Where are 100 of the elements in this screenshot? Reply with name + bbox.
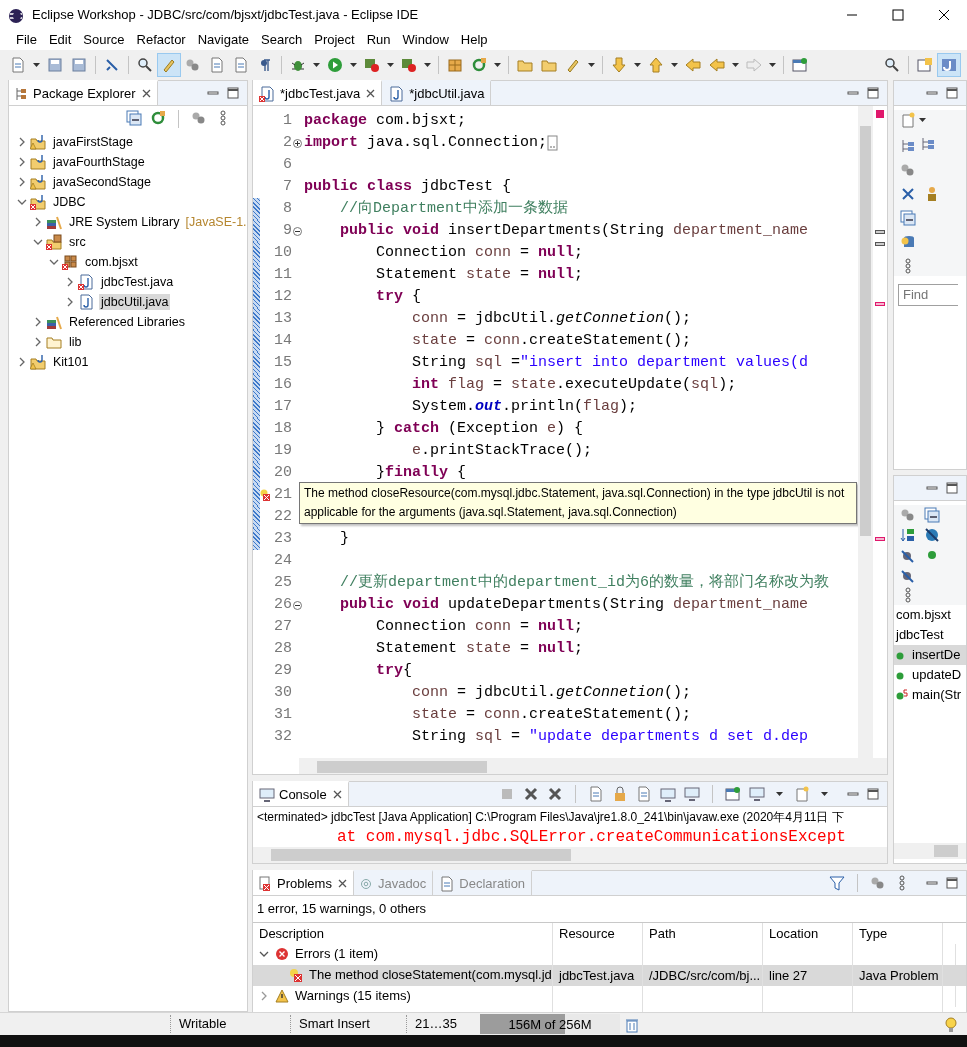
- tree-item[interactable]: Referenced Libraries: [67, 313, 188, 331]
- close-icon[interactable]: [141, 89, 151, 98]
- window-pin-icon[interactable]: [792, 57, 808, 73]
- caret-icon[interactable]: [588, 63, 595, 67]
- tree-item[interactable]: jdbcTest.java: [99, 273, 176, 291]
- hide-static-icon[interactable]: [900, 547, 916, 563]
- maximize-icon[interactable]: [946, 877, 958, 890]
- fold-minus-icon[interactable]: [292, 226, 302, 236]
- column-header[interactable]: Description: [253, 922, 553, 944]
- chevron-right-icon[interactable]: [17, 357, 27, 367]
- column-header[interactable]: Type: [853, 922, 943, 944]
- arrow-up-icon[interactable]: [648, 57, 664, 73]
- caret-icon[interactable]: [769, 63, 776, 67]
- chevron-right-icon[interactable]: [17, 137, 27, 147]
- show-output-icon[interactable]: [660, 786, 676, 803]
- maximize-icon[interactable]: [227, 87, 239, 99]
- chevron-right-icon[interactable]: [33, 317, 43, 327]
- menu-item[interactable]: Refactor: [130, 31, 192, 49]
- maximize-icon[interactable]: [946, 87, 958, 99]
- scroll-lock-icon[interactable]: [612, 786, 628, 802]
- perspective-icon[interactable]: [917, 57, 933, 73]
- tree-item[interactable]: com.bjsxt: [83, 253, 140, 271]
- menu-item[interactable]: Help: [454, 31, 494, 49]
- garbage-collect-icon[interactable]: [624, 1016, 640, 1033]
- refresh-icon[interactable]: [471, 57, 487, 73]
- filter-icon[interactable]: [829, 875, 845, 892]
- box-icon[interactable]: [447, 57, 463, 73]
- outline-item[interactable]: main(Str: [894, 685, 966, 705]
- error-overview-marker[interactable]: [875, 537, 885, 541]
- tree-item[interactable]: javaSecondStage: [51, 173, 153, 191]
- folder-open-icon[interactable]: [541, 57, 557, 73]
- column-header[interactable]: Resource: [553, 922, 643, 944]
- tree-item[interactable]: jdbcUtil.java: [99, 293, 171, 311]
- caret-icon[interactable]: [350, 63, 357, 67]
- tree-item[interactable]: Kit101: [51, 353, 91, 371]
- caret-icon[interactable]: [821, 792, 828, 796]
- scrollbar-thumb[interactable]: [317, 761, 487, 773]
- collapse-all-icon[interactable]: [126, 110, 142, 126]
- menu-item[interactable]: Project: [308, 31, 361, 49]
- console-tab[interactable]: Console: [253, 781, 349, 806]
- document-plus-icon[interactable]: [10, 57, 26, 73]
- run-config-icon[interactable]: [364, 57, 380, 73]
- find-field[interactable]: Find: [898, 283, 958, 306]
- tree-item[interactable]: JRE System Library: [67, 213, 182, 231]
- caret-icon[interactable]: [494, 63, 501, 67]
- shapes-icon[interactable]: [900, 507, 916, 523]
- collapse-all-icon[interactable]: [924, 507, 940, 523]
- maximize-icon[interactable]: [867, 788, 879, 800]
- tree-item[interactable]: javaFirstStage: [51, 133, 135, 151]
- focus-icon[interactable]: [920, 136, 936, 152]
- caret-icon[interactable]: [732, 63, 739, 67]
- arrow-down-icon[interactable]: [611, 57, 627, 73]
- chevron-right-icon[interactable]: [259, 991, 269, 1002]
- maximize-icon[interactable]: [867, 87, 879, 99]
- menu-item[interactable]: File: [10, 31, 43, 49]
- problem-group[interactable]: Warnings (15 items): [295, 987, 411, 1005]
- caret-icon[interactable]: [313, 63, 320, 67]
- column-header[interactable]: Path: [643, 922, 763, 944]
- cross-icon[interactable]: [900, 185, 916, 202]
- chevron-right-icon[interactable]: [33, 337, 43, 347]
- menu-item[interactable]: Search: [255, 31, 309, 49]
- caret-icon[interactable]: [634, 63, 641, 67]
- chevron-right-icon[interactable]: [65, 297, 75, 307]
- chevron-right-icon[interactable]: [17, 157, 27, 167]
- display-console-icon[interactable]: [749, 786, 765, 802]
- editor-tab[interactable]: *jdbcTest.java: [253, 80, 383, 105]
- outline-item[interactable]: jdbcTest: [894, 625, 966, 645]
- caret-icon[interactable]: [776, 792, 783, 796]
- play-icon[interactable]: [327, 57, 343, 73]
- scrollbar-thumb[interactable]: [934, 845, 958, 858]
- menu-item[interactable]: Source: [77, 31, 131, 49]
- search-icon[interactable]: [884, 57, 900, 73]
- folder-icon[interactable]: [517, 57, 533, 73]
- tree-item[interactable]: lib: [67, 333, 84, 351]
- close-icon[interactable]: [337, 879, 347, 889]
- maximize-icon[interactable]: [946, 482, 958, 494]
- tree-item[interactable]: JDBC: [51, 193, 88, 211]
- view-tab[interactable]: Problems: [253, 870, 354, 896]
- outline-item[interactable]: updateD: [894, 665, 966, 685]
- chevron-right-icon[interactable]: [17, 177, 27, 187]
- chevron-right-icon[interactable]: [65, 277, 75, 287]
- chevron-down-icon[interactable]: [17, 197, 27, 207]
- tree-item[interactable]: javaFourthStage: [51, 153, 147, 171]
- caret-icon[interactable]: [33, 63, 40, 67]
- categorize-icon[interactable]: [900, 137, 916, 154]
- chevron-right-icon[interactable]: [33, 217, 43, 227]
- error-overview-marker[interactable]: [876, 110, 884, 118]
- disks-icon[interactable]: [71, 57, 87, 73]
- hide-local-icon[interactable]: [900, 567, 916, 583]
- lightbulb-icon[interactable]: [943, 1016, 959, 1033]
- menu-item[interactable]: Edit: [42, 31, 78, 49]
- remove-all-icon[interactable]: [547, 786, 563, 802]
- editor-tab[interactable]: *jdbcUtil.java: [382, 80, 492, 105]
- tree-item[interactable]: src: [67, 233, 88, 251]
- scrollbar-thumb[interactable]: [271, 849, 571, 862]
- menu-item[interactable]: Run: [360, 31, 397, 49]
- warning-overview-marker[interactable]: [875, 242, 885, 246]
- error-marker-icon[interactable]: [260, 489, 270, 501]
- document-lines-icon[interactable]: [233, 57, 249, 73]
- chevron-down-icon[interactable]: [49, 257, 59, 267]
